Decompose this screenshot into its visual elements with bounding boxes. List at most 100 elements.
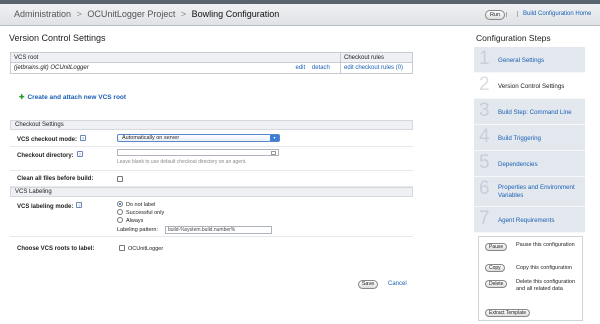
top-bar: Administration > OCUnitLogger Project > …	[0, 0, 600, 26]
clean-files-checkbox[interactable]	[117, 176, 123, 182]
step-general-settings[interactable]: 1 General Settings	[474, 47, 585, 73]
save-button[interactable]: Save	[358, 280, 378, 289]
run-button[interactable]: Run	[485, 10, 505, 20]
checkout-directory-input[interactable]	[117, 149, 279, 156]
radio-selected-icon	[117, 201, 123, 207]
column-vcs-root: VCS root	[10, 52, 293, 63]
step-number: 3	[479, 100, 490, 121]
build-configuration-home-link[interactable]: Build Configuration Home	[517, 11, 591, 17]
step-build-step-command-line[interactable]: 3 Build Step: Command Line	[474, 99, 585, 125]
settings-form: Checkout Settings VCS checkout mode:? Au…	[10, 120, 413, 259]
breadcrumb-administration[interactable]: Administration	[14, 9, 71, 19]
labeling-mode-text: VCS labeling mode:	[17, 204, 74, 210]
extract-template-button[interactable]: Extract Template	[485, 309, 531, 317]
step-number: 4	[479, 126, 490, 147]
step-label: Dependencies	[498, 161, 538, 168]
radio-icon	[117, 217, 123, 223]
configuration-actions-panel: Pause Pause this configuration Copy Copy…	[478, 236, 583, 321]
radio-label: Do not label	[126, 202, 156, 208]
step-agent-requirements[interactable]: 7 Agent Requirements	[474, 207, 585, 233]
checkout-directory-text: Checkout directory:	[17, 153, 74, 159]
checkout-directory-label: Checkout directory:?	[17, 151, 83, 159]
plus-icon: ✚	[19, 94, 25, 101]
step-label: Properties and Environment Variables	[498, 184, 575, 199]
radio-always[interactable]: Always	[117, 217, 143, 224]
radio-label: Always	[126, 218, 144, 224]
copy-button[interactable]: Copy	[485, 264, 505, 272]
column-checkout-rules: Checkout rules	[340, 52, 413, 63]
vcs-root-actions: edit detach	[293, 63, 341, 74]
radio-icon	[117, 209, 123, 215]
breadcrumb: Administration > OCUnitLogger Project > …	[14, 9, 279, 19]
clean-files-label: Clean all files before build:	[17, 176, 94, 182]
breadcrumb-separator: >	[76, 9, 82, 19]
configuration-steps-list: 1 General Settings 2 Version Control Set…	[474, 47, 585, 233]
labeling-mode-row: VCS labeling mode:? Do not label Success…	[10, 197, 413, 237]
folder-icon[interactable]	[271, 151, 276, 155]
step-label: Build Step: Command Line	[498, 109, 572, 116]
edit-checkout-rules-link[interactable]: edit checkout rules (0)	[344, 65, 403, 71]
pause-description: Pause this configuration	[516, 242, 575, 248]
label-root-option[interactable]: OCUnitLogger	[119, 245, 163, 252]
checkout-settings-header: Checkout Settings	[10, 120, 413, 130]
labeling-mode-label: VCS labeling mode:?	[17, 202, 83, 210]
help-icon[interactable]: ?	[76, 202, 83, 208]
labeling-pattern-label: Labeling pattern:	[117, 227, 158, 233]
header-strip	[0, 0, 600, 4]
step-number: 2	[479, 74, 490, 95]
step-label: General Settings	[498, 57, 545, 64]
step-label: Agent Requirements	[498, 217, 555, 224]
detach-vcs-root-link[interactable]: detach	[312, 65, 330, 71]
breadcrumb-separator: >	[180, 9, 187, 19]
vcs-root-label: (jetbrains.git) OCUnitLogger	[14, 65, 89, 71]
run-menu-icon[interactable]: |	[506, 12, 507, 18]
cancel-link[interactable]: Cancel	[388, 281, 407, 287]
checkout-mode-row: VCS checkout mode:? Automatically on ser…	[10, 130, 413, 147]
breadcrumb-project[interactable]: OCUnitLogger Project	[87, 9, 175, 19]
column-actions	[292, 52, 341, 63]
pause-button[interactable]: Pause	[485, 243, 508, 251]
delete-button[interactable]: Delete	[485, 280, 508, 288]
delete-description: Delete this configuration and all relate…	[516, 279, 576, 292]
step-properties-and-environment-variables[interactable]: 6 Properties and Environment Variables	[474, 177, 585, 207]
vcs-roots-table: VCS root Checkout rules (jetbrains.git) …	[10, 52, 413, 74]
table-row: (jetbrains.git) OCUnitLogger edit detach…	[11, 62, 413, 74]
radio-successful-only[interactable]: Successful only	[117, 209, 164, 216]
vcs-root-name: (jetbrains.git) OCUnitLogger	[11, 63, 293, 74]
clean-files-row: Clean all files before build:	[10, 171, 413, 187]
checkout-directory-row: Checkout directory:? Leave blank to use …	[10, 147, 413, 171]
checkout-directory-note: Leave blank to use default checkout dire…	[117, 159, 247, 165]
chevron-down-icon: ▾	[270, 135, 279, 141]
checkout-mode-value: Automatically on server	[122, 135, 180, 141]
label-roots-row: Choose VCS roots to label: OCUnitLogger	[10, 237, 413, 259]
root-option-label: OCUnitLogger	[128, 246, 164, 252]
radio-do-not-label[interactable]: Do not label	[117, 201, 155, 208]
create-vcs-root-label: Create and attach new VCS root	[27, 94, 127, 101]
step-dependencies[interactable]: 5 Dependencies	[474, 151, 585, 177]
configuration-steps-title: Configuration Steps	[476, 33, 551, 43]
table-header-row: VCS root Checkout rules	[10, 52, 413, 63]
help-icon[interactable]: ?	[76, 151, 83, 157]
vcs-labeling-header: VCS Labeling	[10, 187, 413, 197]
step-build-triggering[interactable]: 4 Build Triggering	[474, 125, 585, 151]
step-number: 1	[479, 48, 490, 69]
help-icon[interactable]: ?	[80, 135, 87, 141]
checkout-mode-label: VCS checkout mode:?	[17, 135, 87, 143]
copy-description: Copy this configuration	[516, 265, 572, 271]
label-roots-label: Choose VCS roots to label:	[17, 246, 95, 252]
create-vcs-root-link[interactable]: ✚ Create and attach new VCS root	[19, 93, 126, 101]
page-title: Version Control Settings	[9, 33, 106, 43]
labeling-pattern-input[interactable]: build-%system.build.number%	[165, 226, 272, 234]
step-label: Build Triggering	[498, 135, 541, 142]
step-number: 6	[479, 178, 490, 199]
step-number: 7	[479, 208, 490, 229]
checkout-mode-text: VCS checkout mode:	[17, 137, 78, 143]
breadcrumb-current: Bowling Configuration	[191, 9, 280, 19]
edit-vcs-root-link[interactable]: edit	[296, 65, 306, 71]
step-label: Version Control Settings	[498, 83, 565, 90]
step-version-control-settings: 2 Version Control Settings	[474, 73, 585, 99]
root-checkbox[interactable]	[119, 245, 125, 251]
checkout-rules-cell: edit checkout rules (0)	[340, 62, 413, 74]
checkout-mode-select[interactable]: Automatically on server ▾	[117, 134, 280, 142]
radio-label: Successful only	[126, 210, 165, 216]
